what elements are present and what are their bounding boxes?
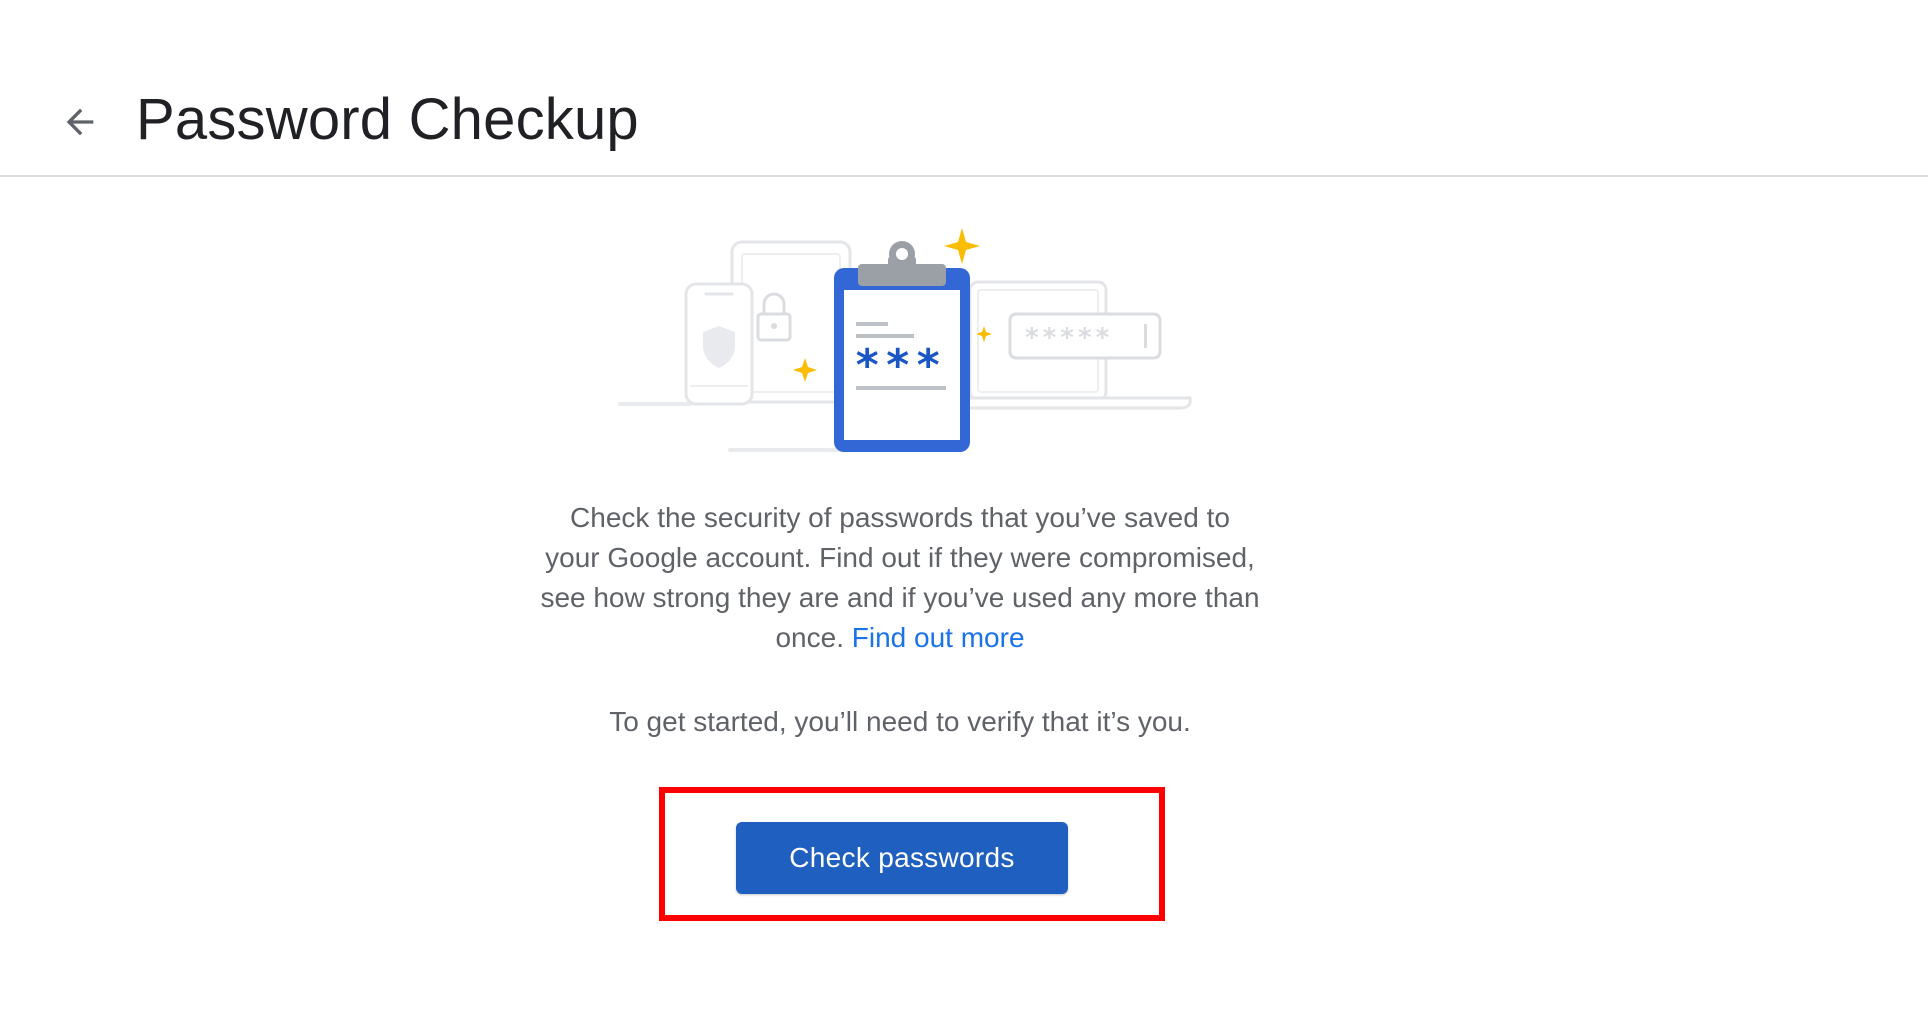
page-title: Password Checkup <box>136 87 639 152</box>
back-button[interactable] <box>52 94 108 150</box>
svg-text:***: *** <box>854 340 945 391</box>
arrow-back-icon <box>66 108 94 136</box>
page-header: Password Checkup <box>0 0 1928 177</box>
check-passwords-button[interactable]: Check passwords <box>736 822 1068 894</box>
verify-text: To get started, you’ll need to verify th… <box>609 706 1191 737</box>
password-field-icon: ***** <box>1008 312 1162 360</box>
clipboard-icon: *** <box>834 241 970 452</box>
find-out-more-link[interactable]: Find out more <box>852 622 1025 653</box>
description-text: Check the security of passwords that you… <box>540 498 1260 658</box>
password-checkup-illustration: ***** *** <box>618 228 1192 452</box>
svg-text:*****: ***** <box>1024 323 1112 353</box>
